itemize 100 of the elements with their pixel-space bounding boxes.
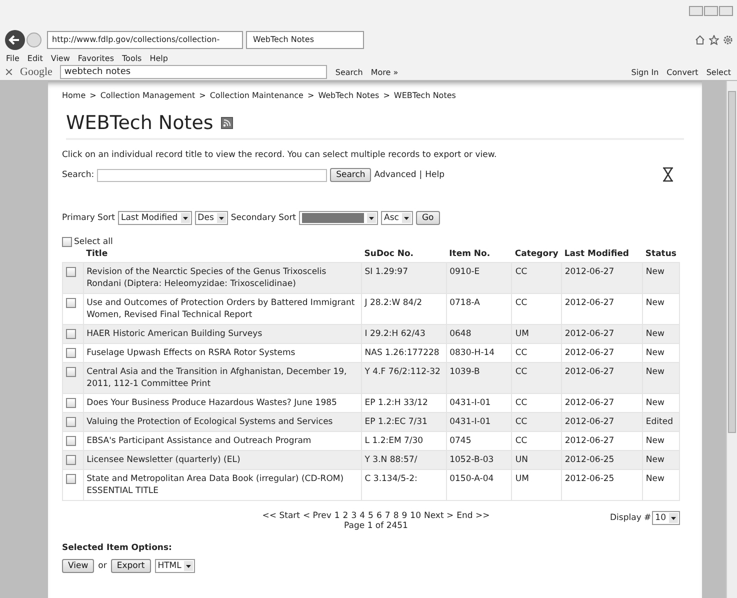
table-cell-text: 2012-06-27 [564, 297, 616, 309]
select-link[interactable]: Select [706, 68, 731, 76]
display-dropdown[interactable]: 10 [652, 511, 680, 525]
browser-tab[interactable]: WebTech Notes [246, 31, 364, 49]
help-link[interactable]: Help [425, 170, 445, 180]
menu-item[interactable]: Tools [122, 54, 142, 62]
table-cell-text: New [646, 297, 666, 309]
pagination-link[interactable]: 6 [376, 511, 382, 521]
sort-label: Primary Sort [62, 213, 115, 223]
order-dropdown[interactable]: Asc [381, 211, 413, 225]
pagination-link[interactable]: 8 [393, 511, 399, 521]
table-cell-text: 2012-06-27 [564, 397, 616, 409]
advanced-link[interactable]: Advanced [374, 170, 416, 180]
view-button[interactable]: View [62, 559, 94, 573]
table-cell-text: New [646, 347, 666, 359]
sign-in-link[interactable]: Sign In [631, 68, 659, 76]
order-dropdown[interactable]: Des [194, 211, 228, 225]
scrollbar[interactable] [726, 81, 737, 598]
breadcrumb-link[interactable]: Home [62, 91, 86, 100]
table-cell-text: 2012-06-27 [564, 266, 616, 278]
table-cell-text: C 3.134/5-2: [364, 473, 418, 485]
checkbox[interactable] [66, 474, 76, 484]
star-icon[interactable] [709, 35, 719, 45]
search-label: Search: [62, 170, 94, 180]
search-field[interactable] [97, 168, 328, 182]
pagination-link[interactable]: Next > [424, 511, 454, 521]
checkbox[interactable] [66, 417, 76, 427]
caret-icon [669, 513, 678, 523]
table-cell-text: New [646, 266, 666, 278]
table-cell-text: 0648 [450, 328, 472, 340]
table-cell-text: I 29.2:H 62/43 [364, 328, 426, 340]
table-cell-text: SI 1.29:97 [364, 266, 409, 278]
back-forward-icon[interactable] [4, 29, 44, 51]
table-cell-text: NAS 1.26:177228 [364, 347, 440, 359]
checkbox[interactable] [66, 398, 76, 408]
table-cell-text: UN [515, 454, 529, 466]
settings-icon[interactable] [723, 35, 733, 45]
menu-item[interactable]: Help [150, 54, 168, 62]
pagination-link[interactable]: < Prev [302, 511, 332, 521]
export-button[interactable]: Export [110, 559, 151, 573]
checkbox[interactable] [66, 455, 76, 465]
menu-item[interactable]: View [50, 54, 70, 62]
search-button[interactable]: Search [330, 168, 372, 182]
checkbox[interactable] [66, 298, 76, 308]
home-icon[interactable] [695, 35, 705, 45]
checkbox[interactable] [66, 367, 76, 377]
checkbox[interactable] [66, 267, 76, 277]
pagination-link[interactable]: End >> [456, 511, 490, 521]
rss-icon[interactable] [221, 117, 234, 129]
primary-sort-dropdown[interactable]: Last Modified [118, 211, 192, 225]
table-cell-text: 1039-B [450, 366, 481, 378]
column-header: Status [642, 247, 680, 262]
checkbox[interactable] [66, 329, 76, 339]
breadcrumb-link[interactable]: WEBTech Notes [394, 91, 456, 100]
breadcrumb-link[interactable]: Collection Management [100, 91, 196, 100]
menu-item[interactable]: File [6, 54, 20, 62]
table-cell-text: New [646, 473, 666, 485]
pagination-link[interactable]: 7 [384, 511, 390, 521]
pagination-link[interactable]: 9 [402, 511, 408, 521]
breadcrumb-link[interactable]: WebTech Notes [318, 91, 380, 100]
pagination-link[interactable]: 3 [351, 511, 357, 521]
caret-icon [180, 213, 190, 223]
format-dropdown[interactable]: HTML [154, 559, 196, 573]
table-cell-text: 0718-A [450, 297, 481, 309]
checkbox[interactable] [66, 436, 76, 446]
menu-item[interactable]: Edit [27, 54, 43, 62]
menu-item[interactable]: Favorites [78, 54, 114, 62]
pagination-link[interactable]: 2 [342, 511, 348, 521]
pagination-link[interactable]: 5 [368, 511, 374, 521]
table-cell-text: 0431-I-01 [450, 416, 492, 428]
table-cell-text: 0910-E [450, 266, 481, 278]
table-cell-text: CC [515, 397, 528, 409]
options-label: Selected Item Options: [62, 543, 173, 553]
go-button[interactable]: Go [416, 211, 440, 225]
table-cell-text: CC [515, 416, 528, 428]
search-link[interactable]: Search [335, 68, 363, 76]
table-cell-text: New [646, 366, 666, 378]
search-field[interactable]: webtech notes [60, 65, 328, 79]
table-cell-text: 2012-06-25 [564, 473, 616, 485]
checkbox[interactable] [66, 348, 76, 358]
breadcrumb-separator: > [90, 91, 96, 100]
pagination-link[interactable]: 10 [410, 511, 421, 521]
table-cell-text: New [646, 435, 666, 447]
link-separator: | [419, 170, 422, 180]
table-cell-text: EP 1.2:EC 7/31 [364, 416, 428, 428]
table-cell-text: UM [515, 473, 530, 485]
breadcrumb-link[interactable]: Collection Maintenance [210, 91, 304, 100]
table-cell-text: 2012-06-25 [564, 454, 616, 466]
pagination-link[interactable]: 1 [334, 511, 340, 521]
address-bar[interactable]: http://www.fdlp.gov/collections/collection- [47, 31, 243, 49]
column-header: Item No. [446, 247, 512, 262]
secondary-sort-dropdown[interactable] [299, 211, 378, 225]
table-cell-text: 1052-B-03 [450, 454, 495, 466]
table-cell-text: CC [515, 347, 528, 359]
pagination-link[interactable]: 4 [360, 511, 366, 521]
pagination-link[interactable]: << Start [262, 511, 300, 521]
column-header: Category [512, 247, 562, 262]
convert-link[interactable]: Convert [666, 68, 698, 76]
more-link[interactable]: More » [370, 68, 398, 76]
checkbox[interactable] [62, 237, 72, 247]
